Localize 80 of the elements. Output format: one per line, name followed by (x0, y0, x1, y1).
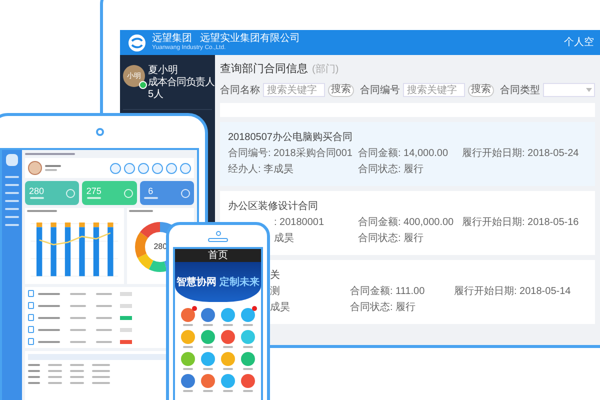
user-role: 成本合同负责人 (148, 77, 214, 89)
contract-field: 成昊 (270, 302, 350, 314)
shortcut-icon[interactable] (180, 162, 191, 174)
app-icon[interactable] (221, 374, 235, 388)
avatar (28, 161, 42, 175)
status-tag (120, 304, 132, 308)
speaker-icon (208, 238, 228, 242)
status-tag (120, 328, 132, 332)
caret-icon (586, 88, 592, 92)
app-icon[interactable] (181, 308, 195, 322)
page-note: (部门) (312, 62, 339, 77)
notification-badge (252, 306, 257, 311)
status-tag (120, 292, 132, 296)
contract-field: 合同编号: 2018采购合同001 (228, 148, 358, 160)
contract-card[interactable]: 20180507办公电脑购买合同 合同编号: 2018采购合同001 合同金额: 14,000.00 履行开始日期: 2018-05-24 经办人: 李成昊 合同状态: 履行 (220, 122, 595, 186)
app-icon[interactable] (221, 352, 235, 366)
banner-title: 智慧协网 (176, 276, 216, 290)
contract-title: 办公区装修设计合同 (228, 200, 319, 212)
contract-field: 合同状态: 履行 (358, 232, 462, 244)
shortcut-icon[interactable] (110, 162, 121, 174)
nav-link[interactable]: 个人空 (564, 35, 594, 50)
contract-field: 合同状态: 履行 (350, 302, 454, 314)
contract-field: 合同金额: 14,000.00 (358, 148, 462, 160)
stat-icon (124, 188, 133, 198)
contract-field: 测 (270, 286, 350, 298)
stat-icon (66, 188, 76, 198)
app-icon[interactable] (241, 308, 255, 322)
stat-value: 275 (86, 187, 102, 196)
company-name: 远望实业集团有限公司 (200, 34, 300, 44)
search-field[interactable]: 搜索关键字 (263, 83, 325, 97)
status-tag (120, 340, 132, 344)
status-tag (120, 316, 132, 320)
app-icon[interactable] (241, 352, 255, 366)
app-icon[interactable] (201, 330, 215, 344)
banner-subtitle: 定制未来 (220, 275, 260, 290)
contract-field: 履行开始日期: 2018-05-16 (462, 216, 587, 228)
contract-field: 合同金额: 111.00 (350, 286, 454, 298)
contract-field: 合同金额: 400,000.00 (358, 216, 462, 228)
contract-field: 履行开始日期: 2018-05-24 (462, 148, 587, 160)
contract-field: 成昊 (228, 232, 358, 244)
app-icon[interactable] (241, 330, 255, 344)
filter-label: 合同类型 (500, 84, 540, 98)
contract-card[interactable]: 关 测 合同金额: 111.00 履行开始日期: 2018-05-14 成昊 合同状态: 履行 (268, 260, 595, 324)
logo-icon (128, 34, 146, 52)
contract-field: 经办人: 李成昊 (228, 164, 358, 176)
stat-value: 280 (29, 187, 44, 196)
contract-title: 关 (270, 270, 281, 282)
app-icon[interactable] (201, 308, 215, 322)
app-logo-icon (6, 154, 18, 166)
shortcut-icon[interactable] (124, 162, 135, 174)
filter-label: 合同编号 (360, 84, 400, 98)
brand-name: 远望集团 (152, 34, 192, 44)
user-name: 夏小明 (148, 65, 179, 76)
app-icon[interactable] (201, 352, 215, 366)
app-icon[interactable] (181, 330, 195, 344)
contract-field: 履行开始日期: 2018-05-14 (454, 286, 587, 298)
notification-badge (192, 306, 197, 311)
search-button[interactable]: 搜索 (328, 84, 354, 96)
contract-title: 20180507办公电脑购买合同 (228, 132, 354, 144)
app-icon[interactable] (181, 352, 195, 366)
camera-icon (216, 231, 220, 236)
search-field[interactable]: 搜索关键字 (403, 83, 465, 97)
shortcut-icon[interactable] (138, 162, 149, 174)
stat-value: 6 (148, 187, 154, 196)
shortcut-icon[interactable] (166, 162, 177, 174)
app-icon[interactable] (221, 330, 235, 344)
app-icon[interactable] (221, 308, 235, 322)
shortcut-icon[interactable] (152, 162, 163, 174)
stat-icon (180, 188, 190, 198)
select-field[interactable] (543, 83, 595, 97)
app-icon[interactable] (181, 374, 195, 388)
contract-field: : 20180001 (228, 216, 358, 228)
app-icon[interactable] (201, 374, 215, 388)
search-button[interactable]: 搜索 (468, 84, 494, 96)
filter-label: 合同名称 (220, 84, 260, 98)
camera-icon (96, 128, 104, 136)
user-count: 5人 (148, 89, 165, 101)
page-title: 查询部门合同信息 (220, 62, 308, 77)
app-icon[interactable] (241, 374, 255, 388)
contract-field: 合同状态: 履行 (358, 164, 462, 176)
